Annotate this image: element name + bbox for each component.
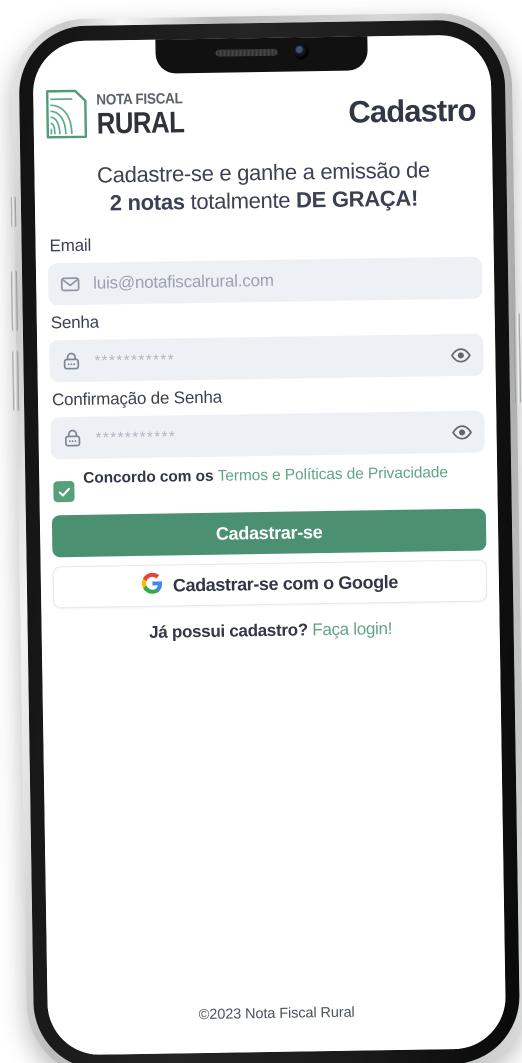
password-confirm-label: Confirmação de Senha [51,387,223,410]
password-input-wrapper[interactable] [49,333,484,383]
login-question: Já possui cadastro? [149,620,313,643]
power-button[interactable] [513,311,522,405]
email-label: Email [49,236,92,256]
password-confirm-visibility-toggle-eye-icon[interactable] [450,421,472,443]
password-confirm-input-wrapper[interactable] [50,410,485,460]
volume-down-button[interactable] [12,349,20,412]
signup-form: Email Senha [35,216,500,645]
login-link[interactable]: Faça login! [312,619,392,639]
speaker-grille-icon [215,48,278,57]
phone-device: NOTA FISCAL RURAL Cadastro Cadastre-se e… [10,12,522,1063]
email-input-wrapper[interactable] [47,256,483,306]
brand-wordmark: NOTA FISCAL RURAL [96,90,199,141]
volume-up-button[interactable] [10,269,18,332]
lock-icon [61,351,81,371]
phone-screen: NOTA FISCAL RURAL Cadastro Cadastre-se e… [32,34,507,1056]
tagline-free: DE GRAÇA! [295,185,419,213]
terms-prefix: Concordo com os [83,468,218,488]
screenshot-stage: NOTA FISCAL RURAL Cadastro Cadastre-se e… [0,0,522,1063]
nota-fiscal-rural-logo-icon [45,89,88,145]
tagline-notes-count: 2 notas [109,189,185,216]
terms-row: Concordo com os Termos e Políticas de Pr… [53,463,485,503]
tagline-line-1: Cadastre-se e ganhe a emissão de [96,157,431,188]
checkmark-icon [58,487,70,497]
terms-text: Concordo com os Termos e Políticas de Pr… [83,463,448,489]
signup-with-google-button[interactable]: Cadastrar-se com o Google [52,559,488,609]
brand-logo[interactable]: NOTA FISCAL RURAL [45,87,199,144]
terms-checkbox[interactable] [53,481,75,503]
password-label: Senha [50,312,100,333]
password-confirm-input[interactable] [93,421,440,449]
signup-page: NOTA FISCAL RURAL Cadastro Cadastre-se e… [32,34,507,1056]
page-title: Cadastro [348,92,476,130]
signup-button[interactable]: Cadastrar-se [51,508,487,558]
front-camera-icon [292,43,309,59]
google-g-icon [141,573,163,599]
footer-copyright: ©2023 Nota Fiscal Rural [198,1004,355,1024]
password-visibility-toggle-eye-icon[interactable] [449,344,471,366]
terms-link[interactable]: Termos e Políticas de Privacidade [218,464,448,485]
phone-notch [155,34,368,74]
password-input[interactable] [92,344,439,373]
lock-icon [62,428,82,448]
silent-switch[interactable] [10,195,17,228]
tagline-middle: totalmente [184,187,297,215]
tagline: Cadastre-se e ganhe a emissão de 2 notas… [34,143,493,222]
brand-line-2: RURAL [96,106,185,141]
brand-line-1: NOTA FISCAL [96,90,183,109]
signup-with-google-label: Cadastrar-se com o Google [172,571,399,596]
email-input[interactable] [91,267,471,296]
envelope-icon [60,274,80,294]
